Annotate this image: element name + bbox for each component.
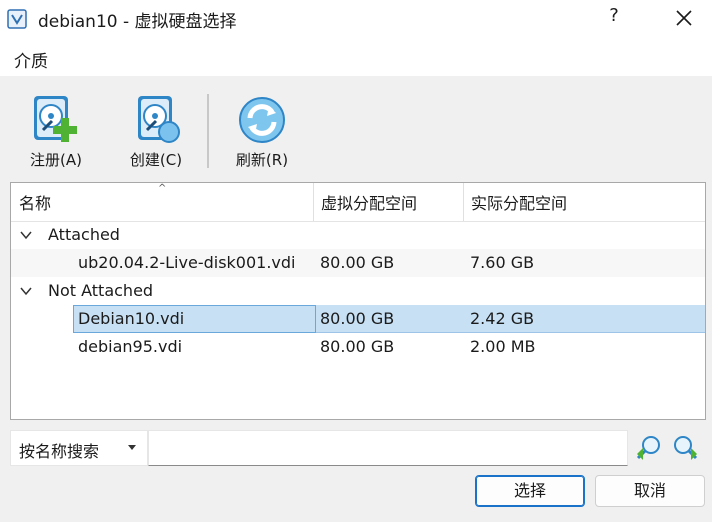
menu-bar: 介质 [0, 38, 712, 76]
chevron-down-icon[interactable] [19, 229, 33, 241]
window-title: debian10 - 虚拟硬盘选择 [38, 12, 237, 32]
dropdown-arrow-icon [128, 445, 136, 450]
disk-create-icon [138, 96, 180, 143]
group-row-attached[interactable]: Attached [11, 221, 705, 249]
close-icon[interactable] [670, 4, 698, 32]
toolbar: 注册(A) 创建(C) 刷新(R) [0, 76, 712, 176]
toolbar-separator [207, 94, 209, 168]
search-input[interactable] [148, 430, 628, 466]
disk-virtual-size: 80.00 GB [320, 253, 395, 272]
title-bar: debian10 - 虚拟硬盘选择 ? [0, 0, 712, 38]
disk-add-icon [34, 96, 77, 142]
create-label: 创建(C) [129, 151, 183, 169]
register-label: 注册(A) [30, 151, 82, 169]
help-button[interactable]: ? [604, 5, 624, 31]
choose-button[interactable]: 选择 [475, 475, 585, 507]
cancel-button[interactable]: 取消 [595, 475, 705, 507]
disk-name: ub20.04.2-Live-disk001.vdi [78, 253, 296, 272]
table-header: ^ 名称 虚拟分配空间 实际分配空间 [11, 183, 705, 222]
group-label: Not Attached [48, 281, 154, 300]
virtualbox-app-icon [7, 9, 27, 29]
chevron-down-icon[interactable] [19, 285, 33, 297]
table-row[interactable]: debian95.vdi 80.00 GB 2.00 MB [11, 333, 705, 361]
create-button[interactable]: 创建(C) [120, 94, 192, 174]
table-row[interactable]: ub20.04.2-Live-disk001.vdi 80.00 GB 7.60… [11, 249, 705, 277]
column-header-actual-size[interactable]: 实际分配空间 [463, 183, 705, 221]
disk-table: ^ 名称 虚拟分配空间 实际分配空间 Attached ub20.04.2-Li… [10, 182, 706, 420]
disk-name: debian95.vdi [78, 337, 183, 356]
disk-virtual-size: 80.00 GB [320, 309, 395, 328]
disk-actual-size: 7.60 GB [470, 253, 535, 272]
refresh-button[interactable]: 刷新(R) [226, 94, 298, 174]
column-header-virtual-size[interactable]: 虚拟分配空间 [313, 183, 463, 221]
register-button[interactable]: 注册(A) [20, 94, 92, 174]
disk-virtual-size: 80.00 GB [320, 337, 395, 356]
search-mode-select[interactable]: 按名称搜索 [10, 430, 148, 466]
refresh-label: 刷新(R) [235, 151, 289, 169]
disk-actual-size: 2.00 MB [470, 337, 536, 356]
group-label: Attached [48, 225, 120, 244]
column-header-name[interactable]: 名称 [11, 183, 313, 221]
disk-actual-size: 2.42 GB [470, 309, 535, 328]
menu-item-medium[interactable]: 介质 [14, 47, 48, 72]
search-previous-icon[interactable] [634, 434, 662, 462]
search-next-icon[interactable] [672, 434, 700, 462]
refresh-icon [239, 97, 285, 143]
table-row-selected[interactable]: Debian10.vdi 80.00 GB 2.42 GB [11, 305, 705, 333]
group-row-not-attached[interactable]: Not Attached [11, 277, 705, 305]
search-mode-label: 按名称搜索 [19, 442, 100, 461]
disk-name: Debian10.vdi [78, 309, 185, 328]
